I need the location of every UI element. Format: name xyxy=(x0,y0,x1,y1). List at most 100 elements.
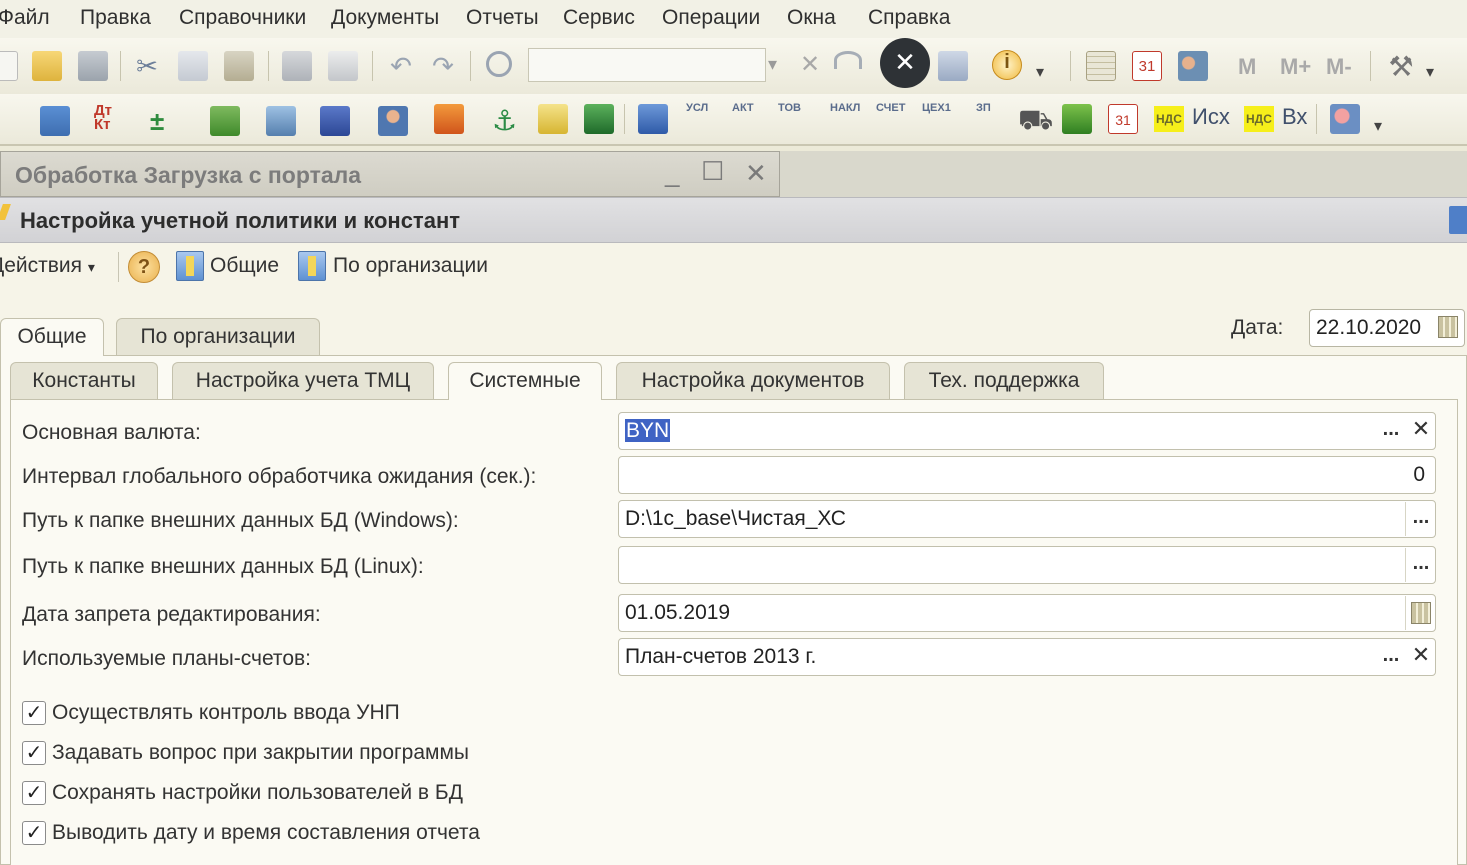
anchor-icon[interactable]: ⚓ xyxy=(492,104,522,136)
memory-minus-button[interactable]: M- xyxy=(1326,54,1352,80)
menu-operations[interactable]: Операции xyxy=(662,6,760,30)
tab-inventory-settings[interactable]: Настройка учета ТМЦ xyxy=(172,362,434,400)
windows-path-browse-button[interactable]: ... xyxy=(1406,501,1436,537)
menu-reports[interactable]: Отчеты xyxy=(466,6,539,30)
overlay-close-button[interactable]: ✕ xyxy=(880,38,930,88)
general-settings-icon[interactable] xyxy=(176,251,204,281)
date-calendar-icon[interactable] xyxy=(1438,316,1458,338)
menu-documents[interactable]: Документы xyxy=(331,6,439,30)
workshop-icon[interactable]: ЦЕХ1 xyxy=(922,102,951,114)
search-combo-input[interactable] xyxy=(528,48,766,82)
edit-ban-date-calendar-icon[interactable] xyxy=(1411,602,1431,624)
info-dropdown-icon[interactable]: ▾ xyxy=(1036,62,1044,82)
linux-path-field[interactable] xyxy=(618,546,1436,584)
check-ask-on-close[interactable]: ✓ Задавать вопрос при закрытии программы xyxy=(22,739,469,767)
tab-system[interactable]: Системные xyxy=(448,362,602,400)
memory-plus-button[interactable]: M+ xyxy=(1280,54,1311,80)
check-save-user-settings[interactable]: ✓ Сохранять настройки пользователей в БД xyxy=(22,779,463,807)
calendar-icon[interactable]: 31 xyxy=(1132,51,1162,81)
tab-constants[interactable]: Константы xyxy=(10,362,158,400)
salary-icon[interactable]: ЗП xyxy=(976,102,991,114)
nds-out-badge[interactable]: НДС xyxy=(1154,106,1184,132)
menu-file[interactable]: Файл xyxy=(0,6,50,30)
check-print-report-date[interactable]: ✓ Выводить дату и время составления отче… xyxy=(22,819,480,847)
currency-field[interactable]: BYN xyxy=(618,412,1436,450)
find-next-icon[interactable] xyxy=(834,51,862,69)
structure-icon[interactable] xyxy=(40,106,70,136)
goods-icon[interactable]: ТОВ xyxy=(778,102,801,114)
menu-service[interactable]: Сервис xyxy=(563,6,635,30)
actions-menu-button[interactable]: Действия ▾ xyxy=(0,254,95,278)
maximize-icon[interactable]: ☐ xyxy=(701,156,724,187)
minimize-icon[interactable]: _ xyxy=(665,158,679,189)
save-icon[interactable] xyxy=(78,51,108,81)
redo-icon[interactable]: ↷ xyxy=(428,51,458,81)
nds-in-badge[interactable]: НДС xyxy=(1244,106,1274,132)
memory-button[interactable]: M xyxy=(1238,54,1256,80)
nds-in-label[interactable]: Вх xyxy=(1282,104,1307,130)
menu-help[interactable]: Справка xyxy=(868,6,950,30)
checkbox[interactable]: ✓ xyxy=(22,781,46,805)
employees-icon[interactable] xyxy=(320,106,350,136)
combo-dropdown-icon[interactable]: ▾ xyxy=(768,54,777,75)
help-icon[interactable]: ? xyxy=(128,251,160,283)
arrow-tool-icon[interactable]: ↑ xyxy=(0,106,16,136)
linux-path-browse-button[interactable]: ... xyxy=(1406,547,1436,583)
charts-of-accounts-clear-button[interactable]: ✕ xyxy=(1406,639,1436,675)
checkbox[interactable]: ✓ xyxy=(22,741,46,765)
org-settings-icon[interactable] xyxy=(298,251,326,281)
menu-references[interactable]: Справочники xyxy=(179,6,306,30)
notes-icon[interactable] xyxy=(1062,104,1092,134)
edit-document-icon[interactable] xyxy=(638,104,668,134)
org-settings-button[interactable]: По организации xyxy=(333,254,488,278)
tab-general[interactable]: Общие xyxy=(0,318,104,356)
schedule-icon[interactable]: 31 xyxy=(1108,104,1138,134)
edit-ban-date-field[interactable]: 01.05.2019 xyxy=(618,594,1436,632)
act-icon[interactable]: АКТ xyxy=(732,102,754,114)
checkbox[interactable]: ✓ xyxy=(22,821,46,845)
print-preview-icon[interactable] xyxy=(328,51,358,81)
info-icon[interactable]: i xyxy=(992,50,1022,80)
undo-icon[interactable]: ↶ xyxy=(386,51,416,81)
windows-icon[interactable] xyxy=(938,51,968,81)
tab-tech-support[interactable]: Тех. поддержка xyxy=(904,362,1104,400)
paste-icon[interactable] xyxy=(224,51,254,81)
person-icon[interactable] xyxy=(378,106,408,136)
print-icon[interactable] xyxy=(282,51,312,81)
menu-windows[interactable]: Окна xyxy=(787,6,836,30)
waybill-icon[interactable]: НАКЛ xyxy=(830,102,860,114)
invoice-icon[interactable]: СЧЕТ xyxy=(876,102,905,114)
coins-icon[interactable] xyxy=(538,104,568,134)
menu-edit[interactable]: Правка xyxy=(80,6,151,30)
form-close-icon[interactable] xyxy=(1449,206,1467,234)
add-operation-icon[interactable]: ± xyxy=(150,106,180,136)
box-icon[interactable] xyxy=(584,104,614,134)
user-settings-icon[interactable] xyxy=(1330,104,1360,134)
copy-icon[interactable] xyxy=(178,51,208,81)
journal-icon[interactable] xyxy=(266,106,296,136)
close-icon[interactable]: ✕ xyxy=(745,158,767,189)
tab-document-settings[interactable]: Настройка документов xyxy=(616,362,890,400)
charts-of-accounts-select-button[interactable]: ... xyxy=(1376,639,1406,675)
settings-dropdown-icon[interactable]: ▾ xyxy=(1426,62,1434,82)
check-unp-control[interactable]: ✓ Осуществлять контроль ввода УНП xyxy=(22,699,400,727)
currency-select-button[interactable]: ... xyxy=(1376,413,1406,449)
users-icon[interactable] xyxy=(1178,51,1208,81)
interval-field[interactable]: 0 xyxy=(618,456,1436,494)
currency-clear-button[interactable]: ✕ xyxy=(1406,413,1436,449)
dt-kt-icon[interactable]: Дт Кт xyxy=(94,103,124,134)
service-act-icon[interactable]: УСЛ xyxy=(686,102,708,114)
processing-window-tab[interactable]: Обработка Загрузка с портала _ ☐ ✕ xyxy=(0,151,780,197)
calculator-icon[interactable] xyxy=(1086,51,1116,81)
cut-icon[interactable]: ✂ xyxy=(132,51,162,81)
user-dropdown-icon[interactable]: ▾ xyxy=(1374,116,1382,136)
search-icon[interactable] xyxy=(486,51,512,77)
tab-by-organization[interactable]: По организации xyxy=(116,318,320,356)
cart-icon[interactable]: ⛟ xyxy=(1018,104,1053,135)
nds-out-label[interactable]: Исх xyxy=(1192,104,1230,130)
combo-clear-icon[interactable]: ✕ xyxy=(800,50,820,79)
book-icon[interactable] xyxy=(210,106,240,136)
windows-path-field[interactable]: D:\1c_base\Чистая_ХС xyxy=(618,500,1436,538)
charts-of-accounts-field[interactable]: План-счетов 2013 г. xyxy=(618,638,1436,676)
checkbox[interactable]: ✓ xyxy=(22,701,46,725)
